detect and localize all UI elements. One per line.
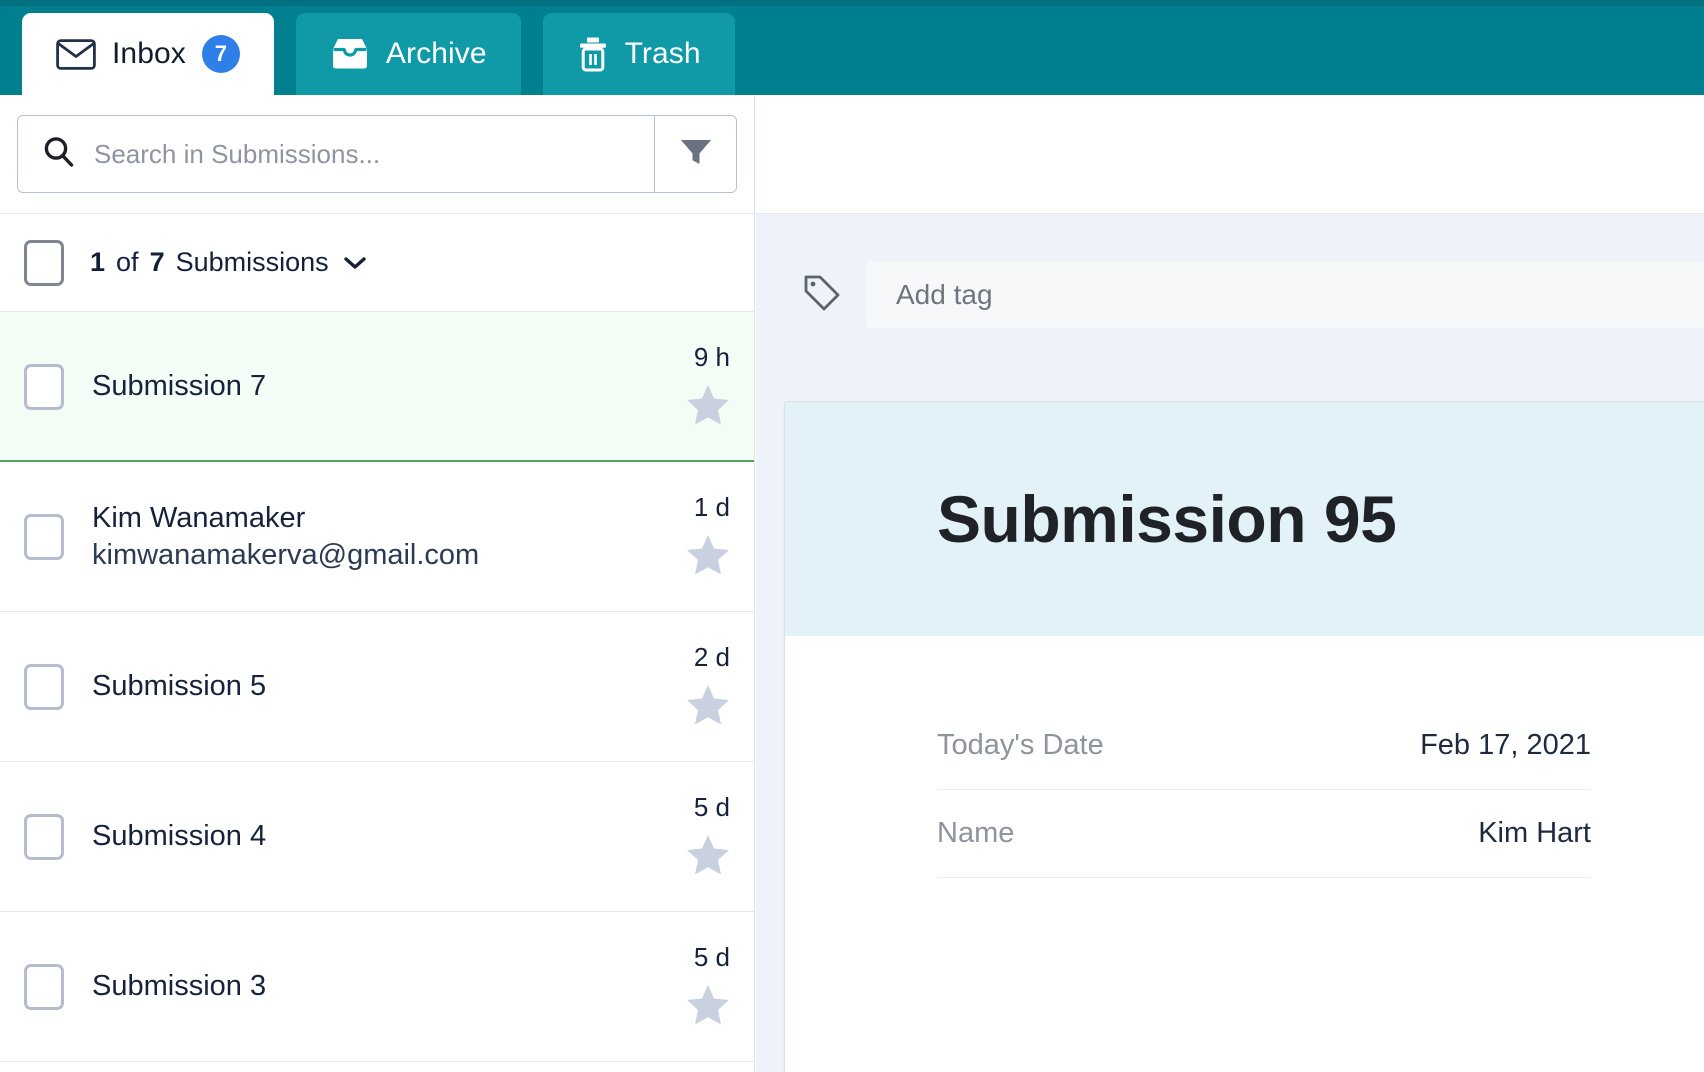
row-title: Submission 5: [92, 670, 267, 703]
search-wrapper: [17, 115, 737, 193]
row-title: Submission 3: [92, 970, 267, 1003]
row-title: Kim Wanamaker: [92, 501, 306, 534]
page-title: Submission 95: [937, 482, 1397, 556]
star-icon[interactable]: [686, 833, 730, 875]
submissions-list-pane: 1 of 7 Submissions Submission 7: [0, 95, 755, 1072]
row-time: 5 d: [693, 792, 730, 822]
count-of-word: of: [116, 247, 139, 277]
list-item[interactable]: Kim Wanamaker kimwanamakerva@gmail.com 1…: [0, 462, 754, 612]
field-value: Feb 17, 2021: [1420, 729, 1591, 761]
tab-bar: Inbox 7 Archive Trash: [0, 0, 1704, 95]
add-tag-placeholder: Add tag: [896, 279, 993, 310]
submissions-inbox-app: Inbox 7 Archive Trash Search in Submissi…: [0, 0, 1704, 1072]
list-item[interactable]: Submission 3 5 d: [0, 912, 754, 1062]
chevron-down-icon[interactable]: [343, 256, 366, 270]
row-checkbox-cell: [24, 612, 90, 762]
tag-row: Add tag: [756, 262, 1704, 328]
tab-trash[interactable]: Trash: [542, 13, 735, 95]
submission-count-label: 1 of 7 Submissions: [90, 247, 366, 278]
star-icon[interactable]: [686, 683, 730, 725]
tab-archive-label: Archive: [385, 37, 487, 70]
field-row: Name Kim Hart: [937, 790, 1591, 878]
row-checkbox-cell: [24, 912, 90, 1062]
row-checkbox-cell: [24, 462, 90, 612]
tab-archive[interactable]: Archive: [295, 13, 521, 95]
row-meta: 9 h: [625, 312, 730, 425]
row-time: 1 d: [693, 492, 730, 522]
star-icon[interactable]: [686, 383, 730, 425]
row-checkbox[interactable]: [24, 664, 64, 710]
row-checkbox[interactable]: [24, 814, 64, 860]
list-item[interactable]: Submission 7 9 h: [0, 312, 754, 462]
search-icon: [42, 135, 76, 174]
submission-detail-pane: Add tag Submission 95 Today's Date Feb 1…: [756, 95, 1704, 1072]
row-title: Submission 4: [92, 820, 267, 853]
field-label: Name: [937, 817, 1015, 849]
list-item[interactable]: Submission 5 2 d: [0, 612, 754, 762]
submission-card: Submission 95 Today's Date Feb 17, 2021 …: [784, 401, 1704, 1072]
row-content: Submission 7: [90, 312, 625, 462]
search-input[interactable]: [94, 138, 654, 170]
count-entity-label: Submissions: [175, 247, 329, 277]
search-input-box[interactable]: [18, 116, 654, 192]
search-row: [0, 95, 754, 214]
field-label: Today's Date: [937, 729, 1104, 761]
row-content: Kim Wanamaker kimwanamakerva@gmail.com: [90, 462, 625, 612]
filter-button[interactable]: [654, 116, 736, 192]
inbox-unread-badge: 7: [201, 35, 240, 73]
star-icon[interactable]: [686, 983, 730, 1025]
submission-hero: Submission 95: [785, 402, 1704, 636]
count-total: 7: [149, 247, 165, 277]
trash-icon: [577, 36, 609, 72]
row-time: 2 d: [693, 642, 730, 672]
submissions-list: Submission 7 9 h Kim Wanamaker kimwanama…: [0, 312, 754, 1062]
row-checkbox-cell: [24, 312, 90, 462]
row-title: Submission 7: [92, 370, 267, 403]
row-content: Submission 3: [90, 912, 625, 1062]
row-meta: 5 d: [625, 762, 730, 875]
detail-body: Add tag Submission 95 Today's Date Feb 1…: [756, 214, 1704, 1072]
list-item[interactable]: Submission 4 5 d: [0, 762, 754, 912]
tag-icon: [802, 273, 842, 318]
count-current: 1: [90, 247, 106, 277]
row-checkbox[interactable]: [24, 514, 64, 560]
row-content: Submission 5: [90, 612, 625, 762]
envelope-icon: [56, 38, 96, 70]
tab-trash-label: Trash: [624, 37, 701, 70]
row-meta: 1 d: [625, 462, 730, 575]
field-row: Today's Date Feb 17, 2021: [937, 702, 1591, 790]
row-subtitle: kimwanamakerva@gmail.com: [92, 539, 480, 571]
row-time: 9 h: [693, 342, 730, 372]
field-value: Kim Hart: [1478, 817, 1591, 849]
tab-inbox[interactable]: Inbox 7: [22, 13, 274, 95]
submission-fields: Today's Date Feb 17, 2021 Name Kim Hart: [785, 702, 1704, 878]
archive-icon: [330, 37, 370, 71]
add-tag-input[interactable]: Add tag: [866, 262, 1704, 328]
row-checkbox[interactable]: [24, 964, 64, 1010]
tab-inbox-label: Inbox: [112, 37, 186, 70]
row-content: Submission 4: [90, 762, 625, 912]
row-meta: 2 d: [625, 612, 730, 725]
star-icon[interactable]: [686, 533, 730, 575]
detail-toolbar: [756, 95, 1704, 214]
row-time: 5 d: [693, 942, 730, 972]
select-all-checkbox[interactable]: [24, 239, 64, 286]
tab-bar-top-strip: [0, 0, 1704, 6]
list-header: 1 of 7 Submissions: [0, 214, 754, 312]
filter-funnel-icon: [679, 137, 713, 172]
row-meta: 5 d: [625, 912, 730, 1025]
row-checkbox-cell: [24, 762, 90, 912]
row-checkbox[interactable]: [24, 364, 64, 410]
